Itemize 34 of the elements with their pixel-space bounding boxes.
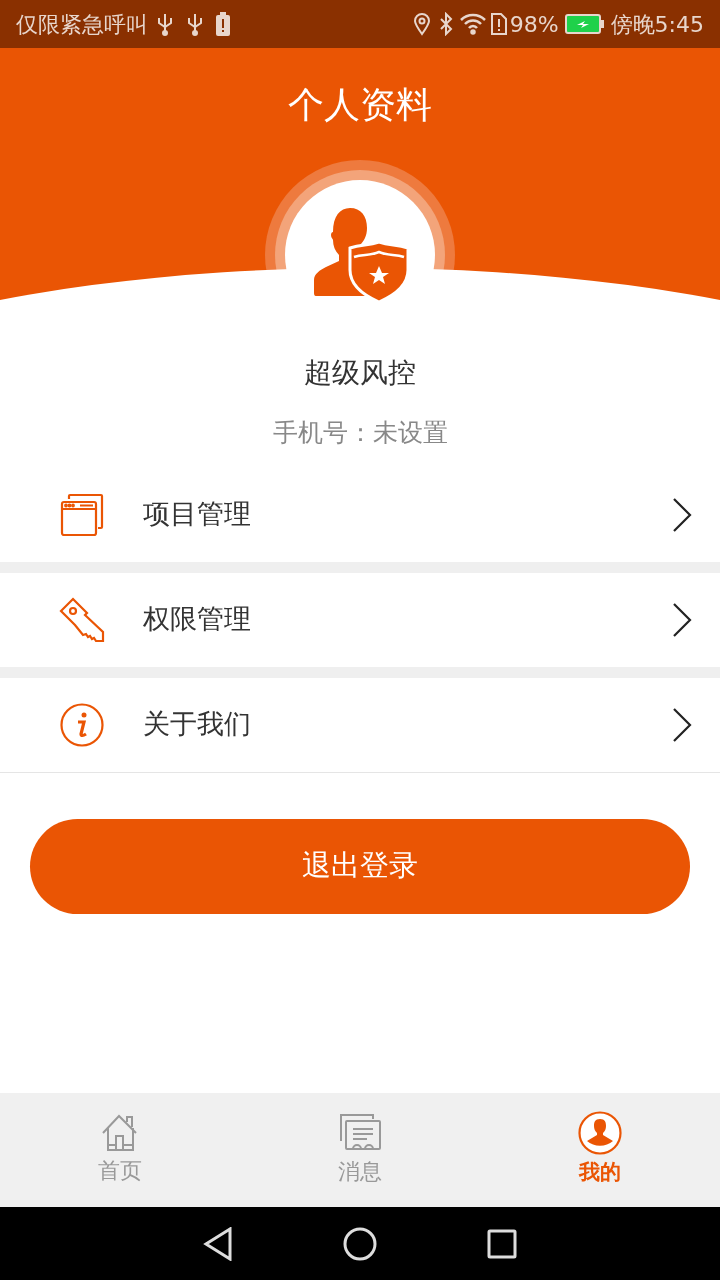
page-title: 个人资料 <box>287 83 433 127</box>
menu-label: 权限管理 <box>143 602 252 637</box>
sim-alert-icon <box>490 12 507 36</box>
tab-item[interactable]: 消息 <box>240 1093 480 1207</box>
house-icon <box>101 1113 139 1152</box>
status-text: 仅限紧急呼叫 <box>16 10 148 39</box>
user-avatar-icon <box>578 1111 622 1156</box>
wifi-icon <box>458 12 487 36</box>
usb-icon <box>186 12 204 36</box>
key-icon <box>59 596 105 643</box>
home-icon[interactable] <box>343 1226 377 1261</box>
recents-icon[interactable] <box>487 1228 517 1259</box>
tab-item[interactable]: 首页 <box>0 1093 240 1207</box>
back-icon[interactable] <box>203 1226 233 1261</box>
user-shield-icon <box>314 208 410 302</box>
chevron-right-icon <box>672 706 692 743</box>
bluetooth-icon <box>438 12 453 36</box>
battery-charging-icon <box>564 13 605 35</box>
location-icon <box>412 12 431 36</box>
usb-icon <box>156 12 174 36</box>
status-time: 傍晚5:45 <box>610 10 704 39</box>
chevron-right-icon <box>672 601 692 638</box>
logout-button[interactable]: 退出登录 <box>30 818 690 914</box>
menu-label: 项目管理 <box>143 497 252 532</box>
battery-percent: 98% <box>509 10 559 39</box>
menu-label: 关于我们 <box>143 707 252 742</box>
chevron-right-icon <box>672 496 692 533</box>
alert-battery-icon <box>216 12 230 36</box>
tab-item[interactable]: 我的 <box>480 1093 720 1207</box>
info-icon <box>60 702 104 747</box>
phone-number: 手机号：未设置 <box>272 417 448 449</box>
message-icon <box>338 1112 382 1153</box>
window-stack-icon <box>60 492 104 537</box>
user-name: 超级风控 <box>304 355 416 391</box>
